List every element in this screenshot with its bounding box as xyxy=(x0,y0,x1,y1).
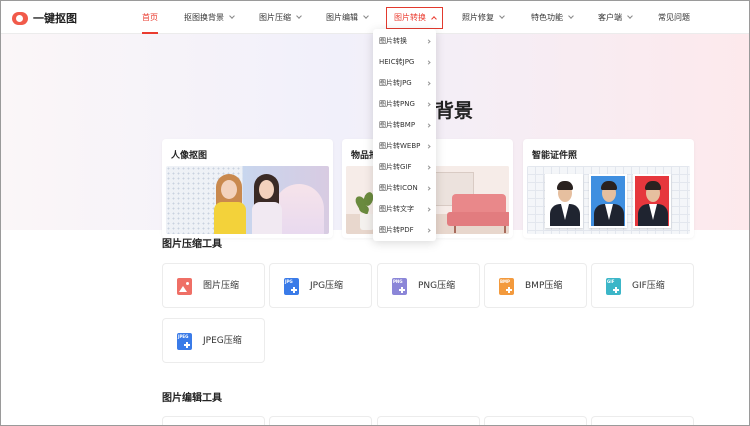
nav-item-client[interactable]: 客户端 xyxy=(598,1,633,34)
edit-tool-card[interactable] xyxy=(484,416,587,425)
chevron-right-icon xyxy=(426,102,431,107)
tool-jpg-compress[interactable]: JPG JPG压缩 xyxy=(269,263,372,308)
chevron-down-icon xyxy=(568,13,574,19)
jpeg-file-icon: JPEG xyxy=(177,333,192,350)
chevron-right-icon xyxy=(426,165,431,170)
tool-gif-compress[interactable]: GIF GIF压缩 xyxy=(591,263,694,308)
tool-png-compress[interactable]: PNG PNG压缩 xyxy=(377,263,480,308)
chevron-right-icon xyxy=(426,144,431,149)
dropdown-item-label: 图片转ICON xyxy=(379,184,418,192)
tool-label: GIF压缩 xyxy=(632,281,665,291)
tool-jpeg-compress[interactable]: JPEG JPEG压缩 xyxy=(162,318,265,363)
chevron-right-icon xyxy=(426,81,431,86)
tool-label: BMP压缩 xyxy=(525,281,563,291)
nav-item-cutout[interactable]: 抠图换背景 xyxy=(184,1,235,34)
chevron-down-icon xyxy=(363,13,369,19)
bmp-file-icon: BMP xyxy=(499,278,514,295)
nav-item-label: 特色功能 xyxy=(531,13,563,22)
nav-item-label: 图片转换 xyxy=(394,13,426,22)
jpg-file-icon: JPG xyxy=(284,278,299,295)
chevron-down-icon xyxy=(296,13,302,19)
dropdown-item-label: 图片转JPG xyxy=(379,79,412,87)
dropdown-item[interactable]: HEIC转JPG xyxy=(373,52,436,73)
tool-label: PNG压缩 xyxy=(418,281,456,291)
dropdown-item[interactable]: 图片转PDF xyxy=(373,220,436,241)
dropdown-item-label: 图片转WEBP xyxy=(379,142,421,150)
nav-item-label: 图片编辑 xyxy=(326,13,358,22)
chevron-right-icon xyxy=(426,123,431,128)
nav-item-label: 客户端 xyxy=(598,13,622,22)
chevron-down-icon xyxy=(499,13,505,19)
card-title: 智能证件照 xyxy=(532,151,578,161)
nav-item-label: 首页 xyxy=(142,13,158,22)
dropdown-item-label: 图片转换 xyxy=(379,37,407,45)
logo-icon xyxy=(12,11,28,25)
feature-card-portrait[interactable]: 人像抠图 xyxy=(162,139,333,238)
nav-item-label: 图片压缩 xyxy=(259,13,291,22)
feature-card-id-photo[interactable]: 智能证件照 xyxy=(523,139,694,238)
chevron-down-icon xyxy=(229,13,235,19)
tool-bmp-compress[interactable]: BMP BMP压缩 xyxy=(484,263,587,308)
edit-tool-card[interactable] xyxy=(377,416,480,425)
convert-dropdown-menu: 图片转换 HEIC转JPG 图片转JPG 图片转PNG 图片转BMP 图片转WE… xyxy=(373,29,436,241)
edit-tool-card[interactable] xyxy=(269,416,372,425)
dropdown-item[interactable]: 图片转JPG xyxy=(373,73,436,94)
chevron-right-icon xyxy=(426,186,431,191)
chevron-right-icon xyxy=(426,39,431,44)
nav-item-label: 抠图换背景 xyxy=(184,13,224,22)
dropdown-item-label: 图片转文字 xyxy=(379,205,414,213)
nav-item-features[interactable]: 特色功能 xyxy=(531,1,574,34)
section-title-edit: 图片编辑工具 xyxy=(162,393,222,404)
tool-label: 图片压缩 xyxy=(203,281,240,291)
nav-item-faq[interactable]: 常见问题 xyxy=(658,1,690,34)
dropdown-item-label: 图片转BMP xyxy=(379,121,416,129)
dropdown-item[interactable]: 图片转WEBP xyxy=(373,136,436,157)
id-photo-preview-image xyxy=(527,166,690,234)
nav-item-label: 照片修复 xyxy=(462,13,494,22)
dropdown-item-label: 图片转PNG xyxy=(379,100,415,108)
chevron-right-icon xyxy=(426,228,431,233)
tool-image-compress[interactable]: 图片压缩 xyxy=(162,263,265,308)
logo-text: 一键抠图 xyxy=(33,12,77,25)
chevron-right-icon xyxy=(426,60,431,65)
nav-item-home[interactable]: 首页 xyxy=(142,1,158,34)
edit-tool-card[interactable] xyxy=(162,416,265,425)
edit-tool-card[interactable] xyxy=(591,416,694,425)
section-title-compress: 图片压缩工具 xyxy=(162,239,222,250)
nav-item-compress[interactable]: 图片压缩 xyxy=(259,1,302,34)
dropdown-item[interactable]: 图片转ICON xyxy=(373,178,436,199)
dropdown-item[interactable]: 图片转GIF xyxy=(373,157,436,178)
tool-label: JPEG压缩 xyxy=(203,336,242,346)
nav-item-label: 常见问题 xyxy=(658,13,690,22)
nav-item-edit[interactable]: 图片编辑 xyxy=(326,1,369,34)
dropdown-item-label: HEIC转JPG xyxy=(379,58,415,66)
dropdown-item[interactable]: 图片转PNG xyxy=(373,94,436,115)
dropdown-item-label: 图片转PDF xyxy=(379,226,414,234)
image-icon xyxy=(177,278,192,295)
tool-label: JPG压缩 xyxy=(310,281,344,291)
site-logo[interactable]: 一键抠图 xyxy=(12,10,77,26)
dropdown-item[interactable]: 图片转文字 xyxy=(373,199,436,220)
chevron-up-icon xyxy=(431,16,437,22)
browser-viewport: 一键抠图 首页 抠图换背景 图片压缩 图片编辑 图片转换 照片修复 特色功能 客… xyxy=(0,0,750,426)
dropdown-item-label: 图片转GIF xyxy=(379,163,412,171)
dropdown-item[interactable]: 图片转BMP xyxy=(373,115,436,136)
png-file-icon: PNG xyxy=(392,278,407,295)
card-title: 人像抠图 xyxy=(171,151,208,161)
dropdown-item[interactable]: 图片转换 xyxy=(373,31,436,52)
chevron-right-icon xyxy=(426,207,431,212)
nav-item-repair[interactable]: 照片修复 xyxy=(462,1,505,34)
chevron-down-icon xyxy=(627,13,633,19)
gif-file-icon: GIF xyxy=(606,278,621,295)
portrait-preview-image xyxy=(166,166,329,234)
hero-title: 背景 xyxy=(435,100,474,122)
